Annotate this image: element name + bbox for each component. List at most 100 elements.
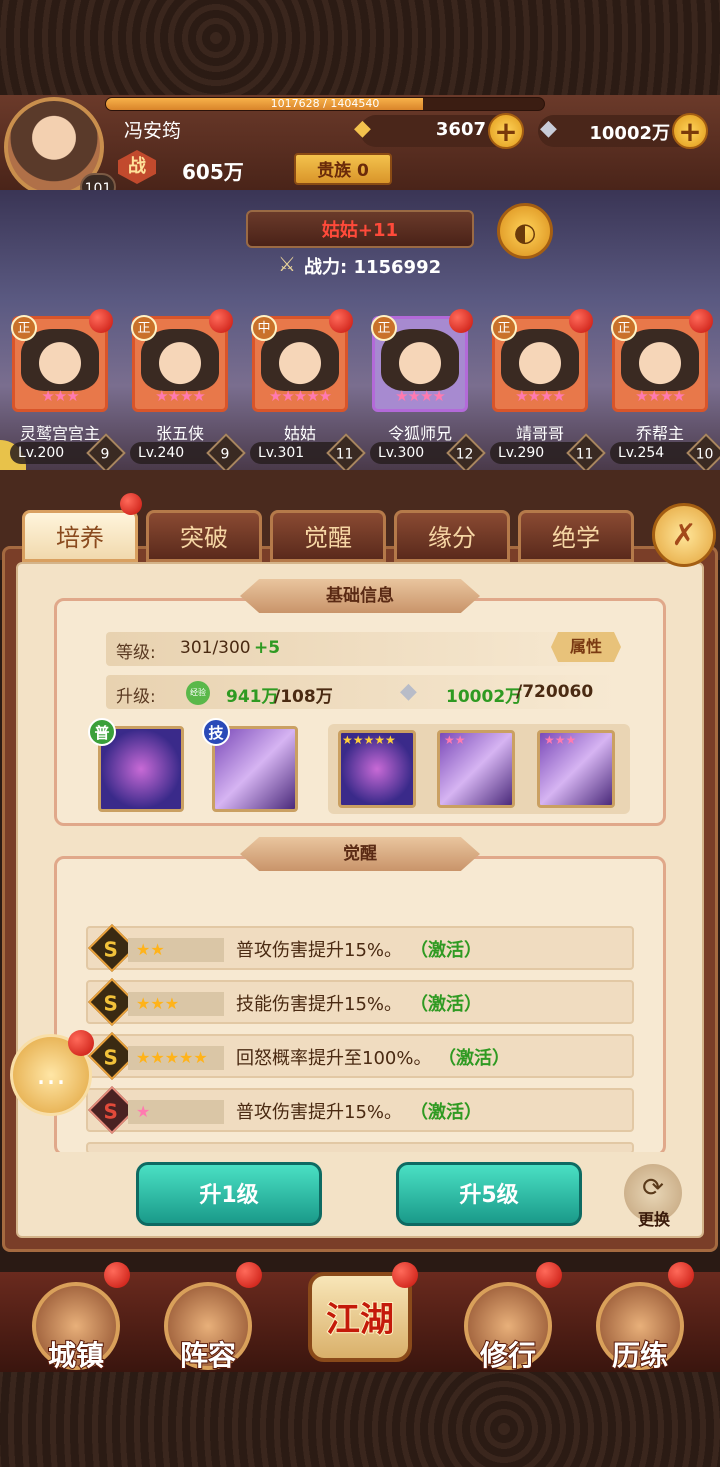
hero-notification-dot [689, 309, 713, 333]
awaken-status: （激活） [410, 940, 482, 961]
hero-stage-value: 11 [575, 446, 594, 463]
nav-town[interactable]: 城镇 [28, 1278, 124, 1373]
tab-breakthrough[interactable]: 突破 [146, 510, 262, 562]
nav-lineup-notification-dot [236, 1262, 262, 1288]
upgrade-label: 升级: [116, 687, 156, 707]
hero-portrait [141, 329, 219, 391]
hero-notification-dot [569, 309, 593, 333]
tab-awaken[interactable]: 觉醒 [270, 510, 386, 562]
tab-fate[interactable]: 缘分 [394, 510, 510, 562]
tab-cultivate-notification-dot [120, 493, 142, 515]
tab-cultivate[interactable]: 培养 [22, 510, 138, 562]
hero-stars: ★★★★ [515, 387, 566, 405]
awaken-stars: ★★★ [128, 992, 224, 1016]
nav-trials-label: 历练 [611, 1338, 669, 1373]
hero-stars: ★★★★ [395, 387, 446, 405]
hero-card[interactable]: ★★★★ 正 [611, 309, 713, 412]
awaken-status: （激活） [438, 1048, 510, 1069]
hero-stars: ★★★★ [635, 387, 686, 405]
awaken-stars: ★ [128, 1100, 224, 1124]
hero-stage-value: 9 [100, 446, 110, 463]
hero-combat-power: 战力: 1156992 [304, 257, 442, 278]
awaken-stars: ★★ [128, 938, 224, 962]
hero-faction-badge: 正 [371, 315, 397, 341]
player-power: 605万 [182, 160, 244, 184]
hero-stage-value: 12 [455, 446, 474, 463]
upgrade-5-levels-button[interactable]: 升5级 [396, 1162, 582, 1226]
noble-button[interactable]: 贵族 0 [294, 153, 392, 185]
nav-lineup-label: 阵容 [179, 1338, 237, 1373]
hero-faction-badge: 正 [491, 315, 517, 341]
add-gold-button[interactable]: + [488, 113, 524, 149]
hero-notification-dot [449, 309, 473, 333]
nav-town-label: 城镇 [47, 1338, 105, 1373]
hero-faction-badge: 正 [11, 315, 37, 341]
crossed-swords-icon: ⚔ [278, 252, 296, 276]
swap-label: 更换 [637, 1210, 670, 1229]
bottom-backdrop [0, 1372, 720, 1467]
gold-amount: 3607 [435, 119, 486, 140]
awaken-effect-text: 普攻伤害提升15%。 [236, 1102, 403, 1123]
hero-stars: ★★★★★ [268, 387, 332, 405]
hero-portrait [261, 329, 339, 391]
nav-trials-notification-dot [668, 1262, 694, 1288]
silver-need: /720060 [516, 682, 594, 702]
awaken-status: （激活） [410, 1102, 482, 1123]
voice-speaker-icon[interactable]: ◐ [497, 203, 553, 259]
hero-portrait [501, 329, 579, 391]
skill-slot-3-stars: ★★★ [544, 733, 577, 747]
nav-training-notification-dot [536, 1262, 562, 1288]
level-value: 301/300 [180, 638, 251, 658]
sword-menu-button[interactable]: ✗ [652, 503, 716, 567]
hero-stage-value: 10 [695, 446, 714, 463]
skill-slot-1-stars: ★★★★★ [342, 733, 396, 747]
hero-faction-badge: 正 [131, 315, 157, 341]
hero-card[interactable]: ★★★★ 正 [491, 309, 593, 412]
hero-card[interactable]: ★★★★ 正 [371, 309, 473, 412]
hero-card[interactable]: ★★★ 正 [11, 309, 113, 412]
hero-faction-badge: 正 [611, 315, 637, 341]
level-label: 等级: [116, 643, 156, 663]
awaken-title: 觉醒 [240, 837, 480, 871]
normal-attack-tag: 普 [88, 718, 116, 746]
awaken-list-clip [54, 1152, 666, 1162]
hero-faction-badge: 中 [251, 315, 277, 341]
nav-town-notification-dot [104, 1262, 130, 1288]
hero-stars: ★★★ [41, 387, 79, 405]
exp-pill-icon: 经验 [186, 681, 210, 705]
nav-trials[interactable]: 历练 [592, 1278, 688, 1373]
nav-training[interactable]: 修行 [460, 1278, 556, 1373]
exp-need: /108万 [274, 687, 333, 707]
chat-notification-dot [68, 1030, 94, 1056]
hero-stars: ★★★★ [155, 387, 206, 405]
gold-ingot-icon: ◆ [354, 116, 371, 141]
hero-notification-dot [329, 309, 353, 333]
awaken-effect-text: 普攻伤害提升15%。 [236, 940, 403, 961]
selected-hero-title: 姑姑+11 [321, 220, 399, 241]
player-name: 冯安筠 [124, 120, 182, 142]
awaken-stars: ★★★★★ [128, 1046, 224, 1070]
top-backdrop [0, 0, 720, 95]
tab-ultimate[interactable]: 绝学 [518, 510, 634, 562]
hero-portrait [621, 329, 699, 391]
basic-info-title: 基础信息 [240, 579, 480, 613]
silver-ingot-icon: ◆ [400, 679, 417, 704]
nav-training-label: 修行 [479, 1338, 537, 1373]
hero-portrait [21, 329, 99, 391]
awaken-status: （激活） [410, 994, 482, 1015]
nav-jianghu-label: 江湖 [325, 1299, 395, 1341]
nav-jianghu-notification-dot [392, 1262, 418, 1288]
upgrade-1-level-button[interactable]: 升1级 [136, 1162, 322, 1226]
silver-amount: 10002万 [589, 123, 670, 144]
exp-have: 941万 [226, 687, 279, 707]
add-silver-button[interactable]: + [672, 113, 708, 149]
hero-card[interactable]: ★★★★★ 中 [251, 309, 353, 412]
hero-stage-value: 11 [335, 446, 354, 463]
hero-card[interactable]: ★★★★ 正 [131, 309, 233, 412]
hero-stage-value: 9 [220, 446, 230, 463]
hero-portrait [381, 329, 459, 391]
attributes-button[interactable]: 属性 [551, 632, 621, 662]
silver-ingot-icon: ◆ [540, 116, 557, 141]
nav-lineup[interactable]: 阵容 [160, 1278, 256, 1373]
active-skill-tag: 技 [202, 718, 230, 746]
